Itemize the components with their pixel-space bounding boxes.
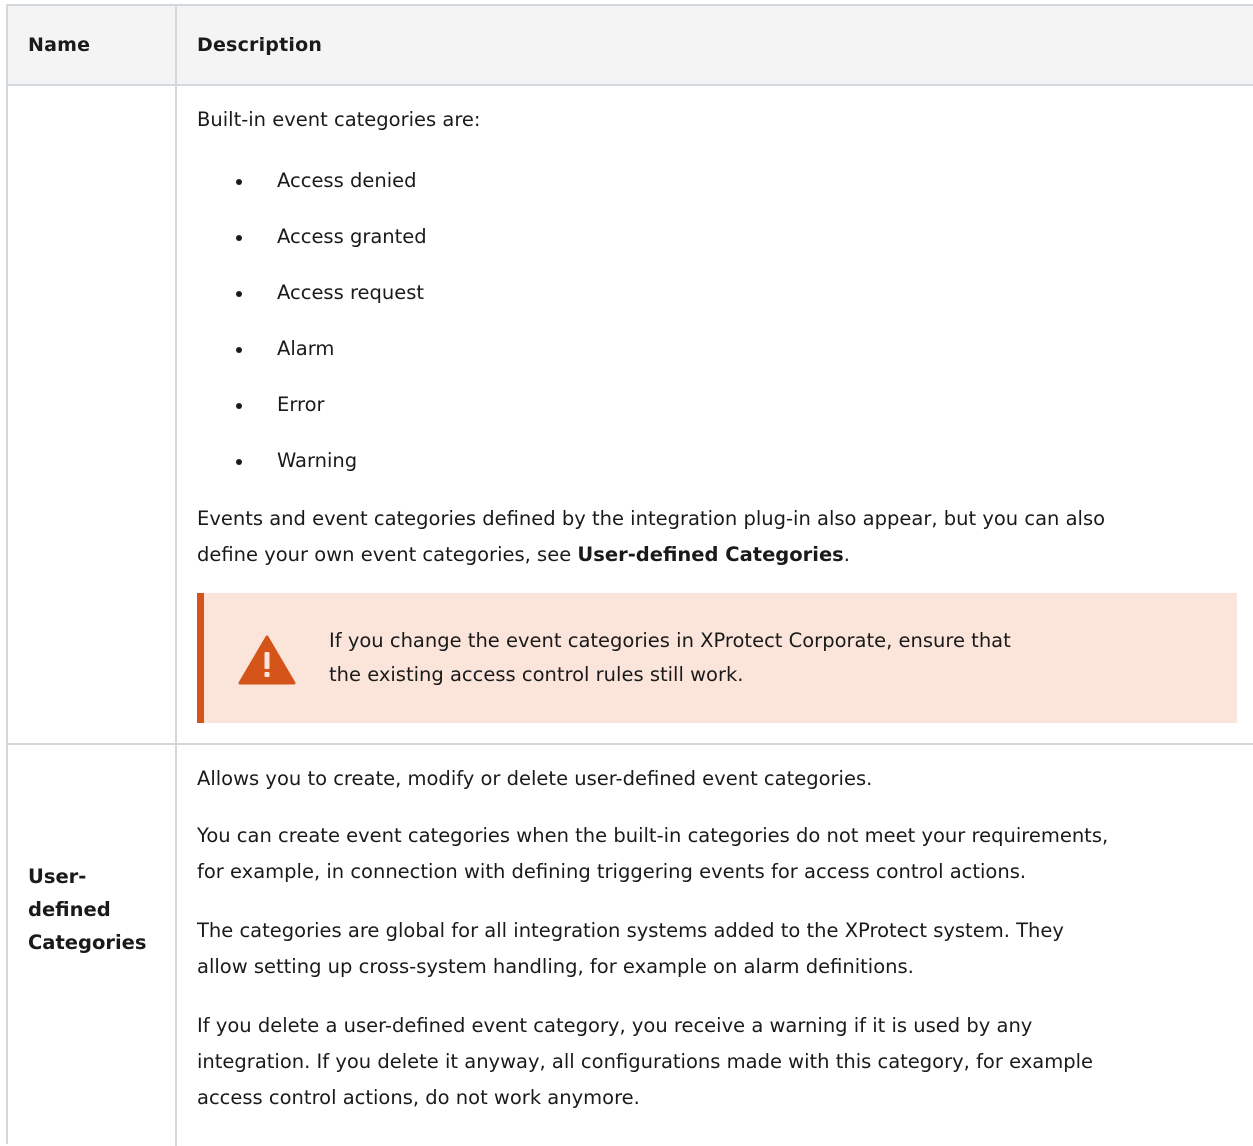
warning-callout: If you change the event categories in XP… (197, 593, 1237, 723)
description-paragraph: If you delete a user-defined event categ… (197, 1014, 1033, 1037)
header-description: Description (197, 34, 323, 56)
description-paragraph: allow setting up cross-system handling, … (197, 955, 914, 978)
row-divider (8, 743, 1253, 745)
bullet-icon (236, 235, 242, 241)
bullet-icon (236, 403, 242, 409)
builtin-intro: Built-in event categories are: (197, 108, 481, 131)
column-divider (175, 6, 177, 1146)
row-name-user-defined-categories: User- defined Categories (28, 865, 147, 954)
warning-text: If you change the event categories in XP… (329, 629, 1011, 686)
bullet-icon (236, 291, 242, 297)
description-paragraph: Allows you to create, modify or delete u… (197, 767, 873, 790)
event-categories-table: Name Description Built-in event categori… (6, 4, 1253, 1146)
note-line-2: define your own event categories, see Us… (197, 543, 850, 566)
description-paragraph: integration. If you delete it anyway, al… (197, 1050, 1094, 1073)
note-line-1: Events and event categories defined by t… (197, 507, 1106, 530)
bullet-icon (236, 347, 242, 353)
table-header-row: Name Description (8, 6, 1253, 86)
warning-triangle-icon (238, 635, 296, 685)
description-paragraph: You can create event categories when the… (197, 824, 1109, 847)
bullet-icon (236, 459, 242, 465)
bullet-icon (236, 179, 242, 185)
description-paragraph: The categories are global for all integr… (197, 919, 1064, 942)
description-paragraph: access control actions, do not work anym… (197, 1086, 640, 1109)
user-defined-categories-link[interactable]: User-defined Categories (577, 543, 843, 566)
description-paragraph: for example, in connection with defining… (197, 860, 1027, 883)
header-name: Name (28, 34, 91, 56)
